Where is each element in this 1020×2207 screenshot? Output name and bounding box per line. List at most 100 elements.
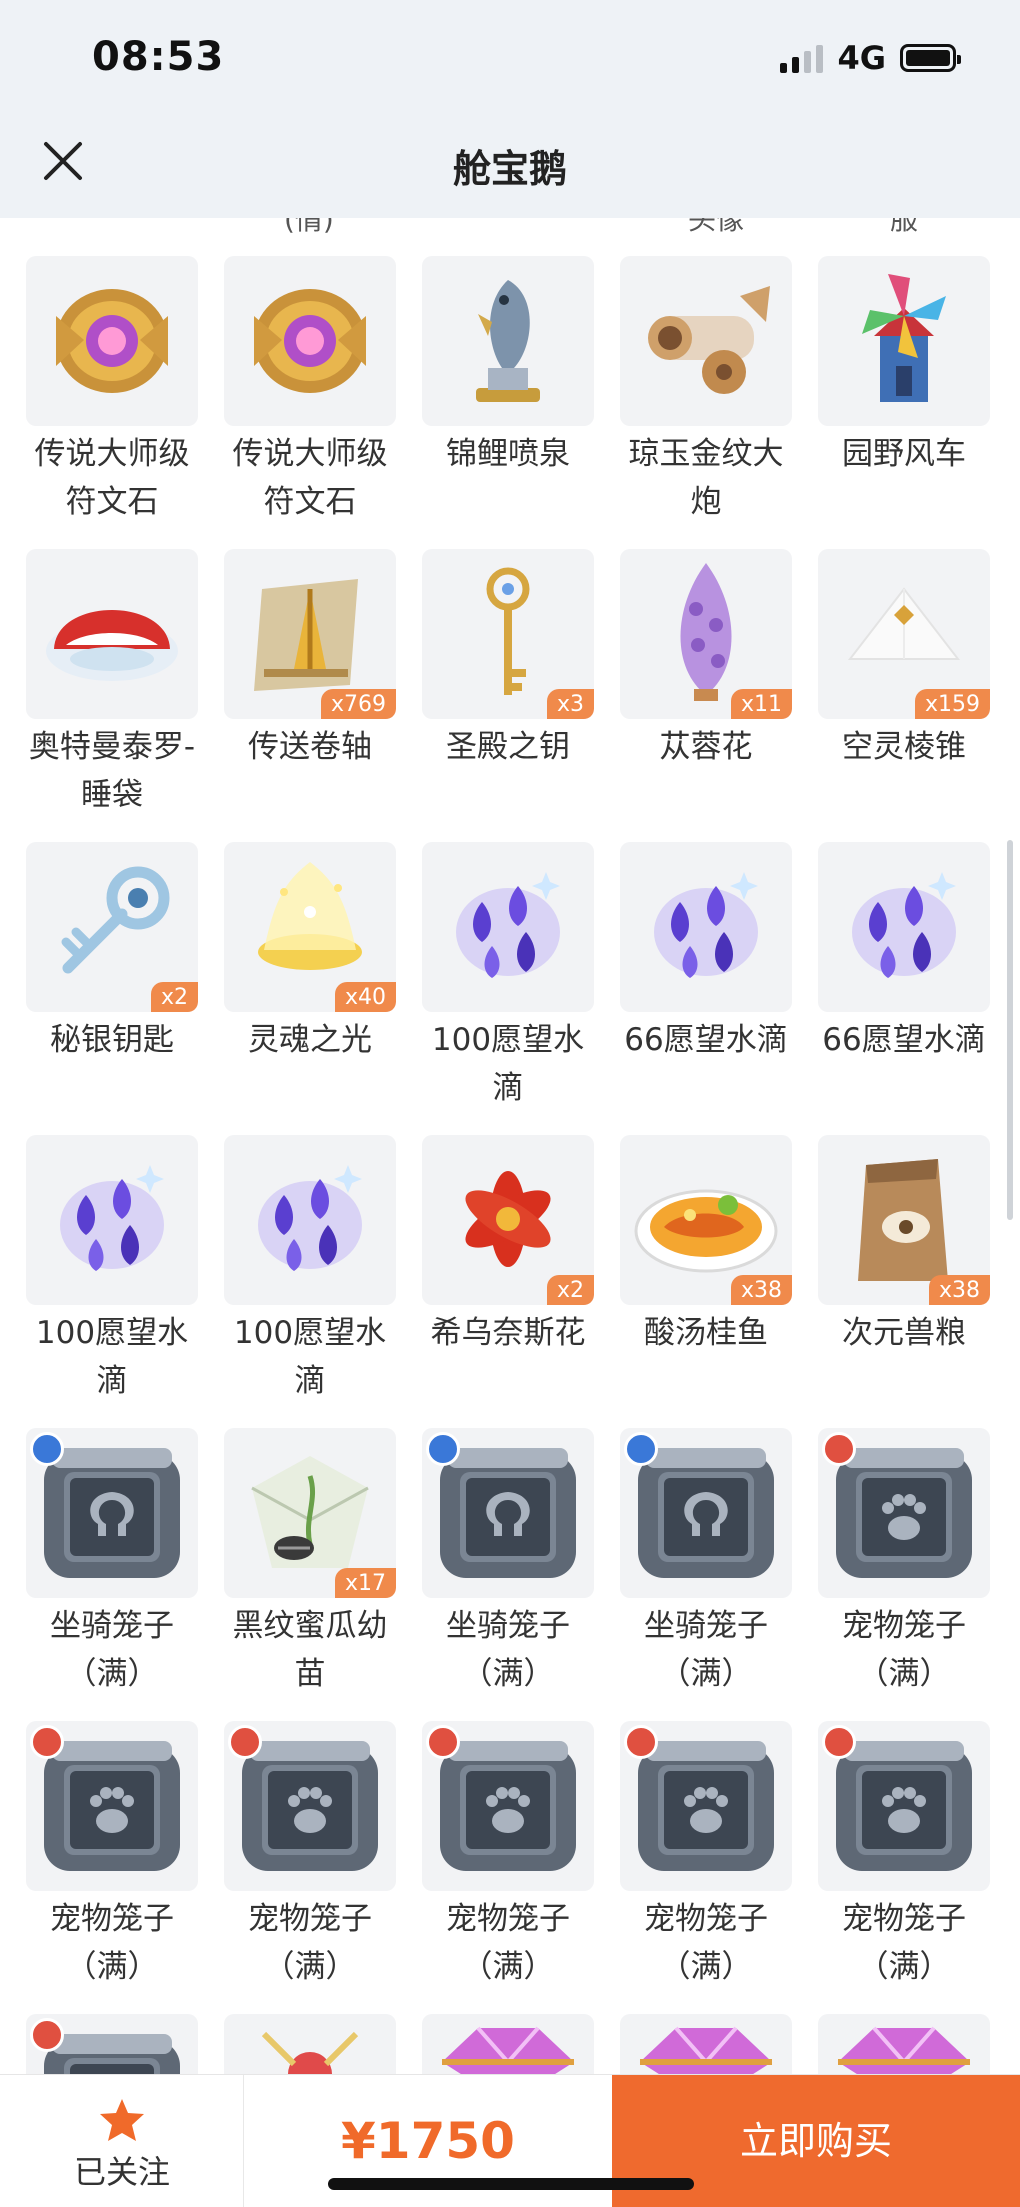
item-thumbnail: x2 (26, 842, 198, 1012)
item-card[interactable]: 坐骑笼子（满） (396, 1428, 594, 1708)
item-thumbnail (26, 1135, 198, 1305)
item-name: 宠物笼子（满） (446, 1901, 570, 1985)
quantity-badge: x3 (546, 689, 594, 719)
item-card[interactable]: 坐骑笼子（满） (0, 1428, 198, 1708)
item-card[interactable]: x2 秘银钥匙 (0, 842, 198, 1122)
item-thumbnail: x3 (422, 549, 594, 719)
item-name: 空灵棱锥 (842, 729, 966, 765)
home-indicator (328, 2178, 694, 2190)
item-card[interactable]: x11 苁蓉花 (594, 549, 792, 829)
item-card[interactable]: 66愿望水滴 (594, 842, 792, 1122)
item-thumbnail (620, 2014, 792, 2078)
quantity-badge: x159 (914, 689, 990, 719)
item-thumbnail (422, 2014, 594, 2078)
item-card[interactable]: 100愿望水滴 (198, 1135, 396, 1415)
item-card[interactable]: 宠物笼子（满） (396, 1721, 594, 2001)
item-card[interactable]: x40 灵魂之光 (198, 842, 396, 1122)
quantity-badge: x2 (150, 982, 198, 1012)
item-name: 宠物笼子（满） (842, 1901, 966, 1985)
item-card[interactable]: 66愿望水滴 (792, 842, 990, 1122)
item-name: 坐骑笼子（满） (644, 1608, 768, 1692)
item-thumbnail (224, 2014, 396, 2078)
quantity-badge: x2 (546, 1275, 594, 1305)
item-card[interactable]: x38 次元兽粮 (792, 1135, 990, 1415)
mount-badge-icon (30, 1432, 64, 1466)
item-thumbnail (818, 1721, 990, 1891)
pet-badge-icon (822, 1725, 856, 1759)
item-card[interactable] (198, 2014, 396, 2078)
item-name: 宠物笼子（满） (644, 1901, 768, 1985)
item-name: 100愿望水滴 (233, 1315, 387, 1399)
item-name: 琼玉金纹大炮 (628, 436, 784, 520)
item-card[interactable]: 传说大师级符文石 (0, 256, 198, 536)
item-thumbnail (422, 256, 594, 426)
item-thumbnail: x159 (818, 549, 990, 719)
status-time: 08:53 (92, 34, 225, 80)
item-thumbnail: x38 (620, 1135, 792, 1305)
cut-label: 服 (890, 218, 919, 236)
item-card[interactable]: x769 传送卷轴 (198, 549, 396, 829)
cut-label: 头像 (688, 218, 745, 236)
item-thumbnail (620, 1721, 792, 1891)
item-card[interactable] (594, 2014, 792, 2078)
item-card[interactable]: 奥特曼泰罗-睡袋 (0, 549, 198, 829)
item-name: 灵魂之光 (248, 1022, 372, 1058)
item-thumbnail (26, 256, 198, 426)
item-card[interactable]: x3 圣殿之钥 (396, 549, 594, 829)
item-name: 圣殿之钥 (446, 729, 570, 765)
item-card[interactable]: 宠物笼子（满） (198, 1721, 396, 2001)
item-card[interactable]: 宠物笼子（满） (792, 1721, 990, 2001)
follow-button[interactable]: 已关注 (0, 2075, 244, 2207)
item-thumbnail (26, 2014, 198, 2078)
item-card[interactable]: 坐骑笼子（满） (594, 1428, 792, 1708)
item-name: 传送卷轴 (248, 729, 372, 765)
quantity-badge: x17 (334, 1568, 396, 1598)
item-card[interactable]: x2 希乌奈斯花 (396, 1135, 594, 1415)
scrollbar[interactable] (1007, 840, 1013, 1220)
item-card[interactable]: 锦鲤喷泉 (396, 256, 594, 536)
item-name: 锦鲤喷泉 (446, 436, 570, 472)
item-card[interactable] (792, 2014, 990, 2078)
item-name: 苁蓉花 (659, 729, 753, 765)
item-card[interactable]: x38 酸汤桂鱼 (594, 1135, 792, 1415)
item-thumbnail (26, 1428, 198, 1598)
item-thumbnail (620, 842, 792, 1012)
item-thumbnail (422, 1428, 594, 1598)
item-name: 秘银钥匙 (50, 1022, 174, 1058)
item-card[interactable]: x159 空灵棱锥 (792, 549, 990, 829)
item-card[interactable] (396, 2014, 594, 2078)
item-thumbnail: x2 (422, 1135, 594, 1305)
pet-badge-icon (228, 1725, 262, 1759)
follow-label: 已关注 (73, 2153, 170, 2191)
item-card[interactable]: 宠物笼子（满） (0, 1721, 198, 2001)
item-card[interactable]: x17 黑纹蜜瓜幼苗 (198, 1428, 396, 1708)
item-card[interactable] (0, 2014, 198, 2078)
item-thumbnail: x40 (224, 842, 396, 1012)
item-name: 66愿望水滴 (624, 1022, 788, 1058)
item-card[interactable]: 宠物笼子（满） (594, 1721, 792, 2001)
quantity-badge: x769 (320, 689, 396, 719)
item-name: 宠物笼子（满） (50, 1901, 174, 1985)
item-card[interactable]: 100愿望水滴 (0, 1135, 198, 1415)
item-card[interactable]: 琼玉金纹大炮 (594, 256, 792, 536)
item-name: 坐骑笼子（满） (50, 1608, 174, 1692)
item-thumbnail (26, 1721, 198, 1891)
item-thumbnail (620, 1428, 792, 1598)
pet-badge-icon (30, 1725, 64, 1759)
mount-badge-icon (624, 1432, 658, 1466)
status-indicators: 4G (780, 39, 961, 77)
item-card[interactable]: 传说大师级符文石 (198, 256, 396, 536)
item-name: 传说大师级符文石 (34, 436, 190, 520)
item-card[interactable]: 宠物笼子（满） (792, 1428, 990, 1708)
quantity-badge: x40 (334, 982, 396, 1012)
item-name: 坐骑笼子（满） (446, 1608, 570, 1692)
item-card[interactable]: 园野风车 (792, 256, 990, 536)
quantity-badge: x11 (730, 689, 792, 719)
item-thumbnail (818, 256, 990, 426)
item-thumbnail (224, 1135, 396, 1305)
page-title: 舱宝鹅 (452, 147, 567, 191)
quantity-badge: x38 (928, 1275, 990, 1305)
mount-badge-icon (426, 1432, 460, 1466)
item-card[interactable]: 100愿望水滴 (396, 842, 594, 1122)
item-thumbnail (224, 1721, 396, 1891)
